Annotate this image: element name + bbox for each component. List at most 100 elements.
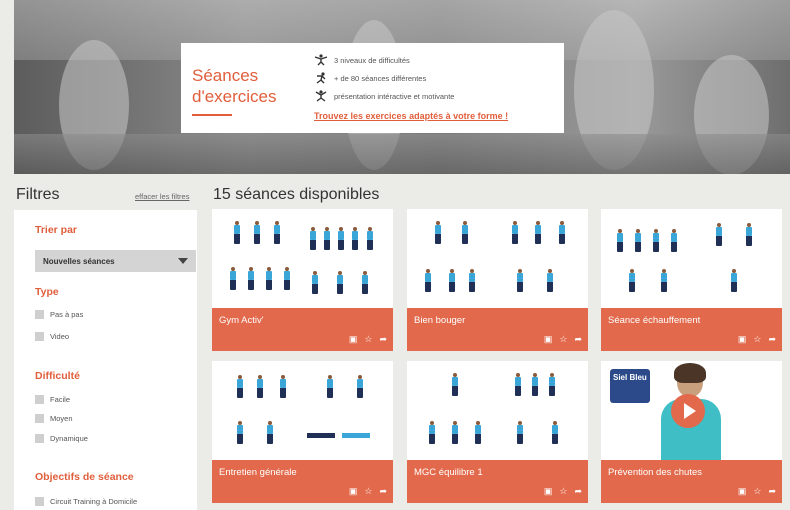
- exercise-figure: [254, 221, 260, 244]
- feature-text: 3 niveaux de difficultés: [334, 55, 410, 65]
- session-card[interactable]: Siel Bleu Prévention des chutes ▣ ☆ ➦: [601, 361, 782, 503]
- session-thumbnail: [407, 209, 588, 308]
- exercise-figure: [617, 229, 623, 252]
- checkbox-box[interactable]: [35, 414, 44, 423]
- star-icon[interactable]: ☆: [753, 334, 761, 344]
- exercise-figure: [230, 267, 236, 290]
- session-card[interactable]: MGC équilibre 1 ▣ ☆ ➦: [407, 361, 588, 503]
- exercise-figure: [452, 421, 458, 444]
- session-card-bar: Prévention des chutes ▣ ☆ ➦: [601, 460, 782, 503]
- session-card-bar: MGC équilibre 1 ▣ ☆ ➦: [407, 460, 588, 503]
- checkbox-label: Circuit Training à Domicile: [50, 497, 138, 506]
- star-icon[interactable]: ☆: [559, 486, 567, 496]
- checkbox-box[interactable]: [35, 332, 44, 341]
- session-actions: ▣ ☆ ➦: [544, 334, 582, 344]
- exercise-figure: [731, 269, 737, 292]
- exercise-figure: [435, 221, 441, 244]
- checkbox-box[interactable]: [35, 434, 44, 443]
- exercise-figure: [352, 227, 358, 250]
- siel-bleu-logo: Siel Bleu: [610, 369, 650, 403]
- session-card[interactable]: Gym Activ' ▣ ☆ ➦: [212, 209, 393, 351]
- exercise-figure: [237, 375, 243, 398]
- tv-icon[interactable]: ▣: [544, 334, 553, 344]
- star-icon[interactable]: ☆: [364, 486, 372, 496]
- difficulty-checkbox-easy[interactable]: Facile: [35, 395, 70, 404]
- exercise-figure: [549, 373, 555, 396]
- share-icon[interactable]: ➦: [379, 334, 387, 344]
- clear-filters-link[interactable]: effacer les filtres: [135, 192, 189, 201]
- exercise-figure: [716, 223, 722, 246]
- sort-select-value: Nouvelles séances: [43, 256, 115, 266]
- play-icon[interactable]: [671, 394, 705, 428]
- exercise-figure: [324, 227, 330, 250]
- exercise-figure: [310, 227, 316, 250]
- exercise-figure: [517, 269, 523, 292]
- type-heading: Type: [35, 286, 59, 298]
- exercise-figure: [517, 421, 523, 444]
- share-icon[interactable]: ➦: [574, 334, 582, 344]
- checkbox-box[interactable]: [35, 310, 44, 319]
- tv-icon[interactable]: ▣: [738, 486, 747, 496]
- exercise-figure: [449, 269, 455, 292]
- exercise-figure: [237, 421, 243, 444]
- star-icon[interactable]: ☆: [753, 486, 761, 496]
- exercise-figure: [362, 271, 368, 294]
- exercise-figure: [475, 421, 481, 444]
- exercise-figure: [284, 267, 290, 290]
- objectives-heading: Objectifs de séance: [35, 471, 134, 483]
- exercise-figure: [552, 421, 558, 444]
- sessions-count-title: 15 séances disponibles: [213, 186, 380, 203]
- objective-checkbox-circuit-training[interactable]: Circuit Training à Domicile: [35, 497, 137, 506]
- exercise-figure: [547, 269, 553, 292]
- session-title: Entretien générale: [219, 467, 297, 478]
- session-actions: ▣ ☆ ➦: [349, 486, 387, 496]
- tv-icon[interactable]: ▣: [349, 334, 358, 344]
- session-card-bar: Entretien générale ▣ ☆ ➦: [212, 460, 393, 503]
- type-checkbox-video[interactable]: Video: [35, 332, 69, 341]
- exercise-figure: [429, 421, 435, 444]
- exercise-figure: [452, 373, 458, 396]
- hero-title-line2: d'exercices: [192, 87, 277, 106]
- tv-icon[interactable]: ▣: [544, 486, 553, 496]
- share-icon[interactable]: ➦: [768, 486, 776, 496]
- tv-icon[interactable]: ▣: [349, 486, 358, 496]
- share-icon[interactable]: ➦: [574, 486, 582, 496]
- runner-icon: [316, 72, 326, 84]
- session-card[interactable]: Entretien générale ▣ ☆ ➦: [212, 361, 393, 503]
- exercise-figure: [357, 375, 363, 398]
- sort-select[interactable]: Nouvelles séances: [35, 250, 196, 272]
- hero-title: Séances d'exercices: [192, 65, 277, 107]
- checkbox-box[interactable]: [35, 497, 44, 506]
- checkbox-box[interactable]: [35, 395, 44, 404]
- star-icon[interactable]: ☆: [364, 334, 372, 344]
- tv-icon[interactable]: ▣: [738, 334, 747, 344]
- share-icon[interactable]: ➦: [379, 486, 387, 496]
- session-title: Bien bouger: [414, 315, 466, 326]
- exercise-figure: [425, 269, 431, 292]
- session-title: Prévention des chutes: [608, 467, 703, 478]
- exercise-figure: [532, 373, 538, 396]
- session-title: Séance échauffement: [608, 315, 701, 326]
- type-checkbox-step-by-step[interactable]: Pas à pas: [35, 310, 83, 319]
- session-card[interactable]: Séance échauffement ▣ ☆ ➦: [601, 209, 782, 351]
- hero-title-line1: Séances: [192, 66, 259, 85]
- exercise-figure: [280, 375, 286, 398]
- share-icon[interactable]: ➦: [768, 334, 776, 344]
- session-card[interactable]: Bien bouger ▣ ☆ ➦: [407, 209, 588, 351]
- star-icon[interactable]: ☆: [559, 334, 567, 344]
- gymnast-icon: [314, 54, 328, 66]
- hero-info-card: Séances d'exercices 3 niveaux de difficu…: [181, 43, 564, 133]
- session-thumbnail: [601, 209, 782, 308]
- difficulty-checkbox-dynamic[interactable]: Dynamique: [35, 434, 88, 443]
- video-thumbnail[interactable]: Siel Bleu: [601, 361, 782, 460]
- exercise-figure: [629, 269, 635, 292]
- exercise-figure: [462, 221, 468, 244]
- exercise-figure: [535, 221, 541, 244]
- difficulty-heading: Difficulté: [35, 370, 80, 382]
- feature-text: présentation intéractive et motivante: [334, 91, 455, 101]
- exercise-figure: [338, 227, 344, 250]
- find-exercises-link[interactable]: Trouvez les exercices adaptés à votre fo…: [314, 111, 508, 121]
- difficulty-checkbox-medium[interactable]: Moyen: [35, 414, 73, 423]
- checkbox-label: Facile: [50, 395, 71, 404]
- exercise-figure: [653, 229, 659, 252]
